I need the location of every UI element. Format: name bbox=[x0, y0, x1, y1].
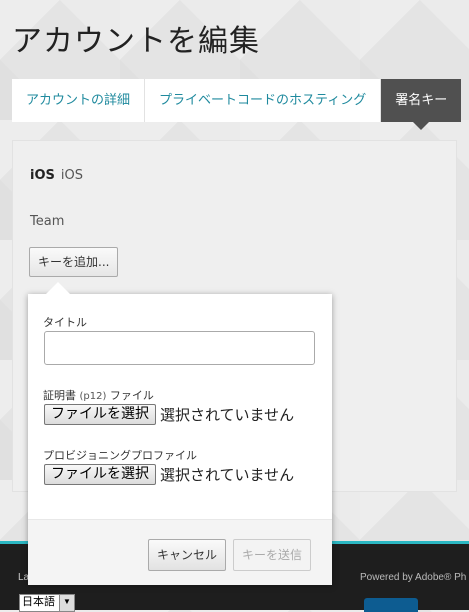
platform-subtitle: iOS bbox=[60, 168, 83, 183]
language-value: 日本語 bbox=[22, 596, 55, 608]
certificate-suffix: ファイル bbox=[109, 389, 154, 402]
provisioning-file-row: ファイルを選択 選択されていません bbox=[44, 464, 294, 485]
title-label: タイトル bbox=[43, 316, 87, 329]
tab-bar: アカウントの詳細 プライベートコードのホスティング 署名キー bbox=[12, 79, 462, 130]
platform-heading: iOS iOS bbox=[30, 168, 83, 183]
chevron-down-icon: ▼ bbox=[59, 595, 74, 611]
provisioning-file-status: 選択されていません bbox=[160, 466, 295, 484]
tab-account-details[interactable]: アカウントの詳細 bbox=[12, 79, 146, 122]
popover-footer: キャンセル キーを送信 bbox=[28, 519, 332, 585]
cancel-button[interactable]: キャンセル bbox=[148, 539, 227, 571]
certificate-label-text: 証明書 bbox=[43, 389, 76, 402]
provisioning-profile-label: プロビジョニングプロファイル bbox=[43, 449, 197, 462]
certificate-label: 証明書 (p12) ファイル bbox=[43, 387, 154, 403]
tab-signing-keys[interactable]: 署名キー bbox=[381, 79, 462, 130]
phonegap-logo-icon bbox=[364, 598, 418, 612]
certificate-file-status: 選択されていません bbox=[160, 406, 295, 424]
add-key-button[interactable]: キーを追加... bbox=[29, 247, 119, 277]
certificate-file-row: ファイルを選択 選択されていません bbox=[44, 404, 294, 425]
page-title: アカウントを編集 bbox=[12, 24, 260, 59]
platform-name: iOS bbox=[30, 168, 55, 183]
submit-key-button[interactable]: キーを送信 bbox=[233, 539, 312, 571]
add-key-popover: タイトル 証明書 (p12) ファイル ファイルを選択 選択されていません プロ… bbox=[28, 282, 332, 585]
certificate-hint: (p12) bbox=[79, 391, 107, 402]
team-label: Team bbox=[30, 214, 65, 229]
language-select[interactable]: 日本語 ▼ bbox=[19, 594, 75, 612]
powered-by-text: Powered by Adobe® Ph bbox=[360, 572, 467, 583]
provisioning-file-button[interactable]: ファイルを選択 bbox=[44, 464, 156, 485]
title-input[interactable] bbox=[44, 331, 315, 365]
tab-private-code-hosting[interactable]: プライベートコードのホスティング bbox=[145, 79, 382, 122]
certificate-file-button[interactable]: ファイルを選択 bbox=[44, 404, 156, 425]
